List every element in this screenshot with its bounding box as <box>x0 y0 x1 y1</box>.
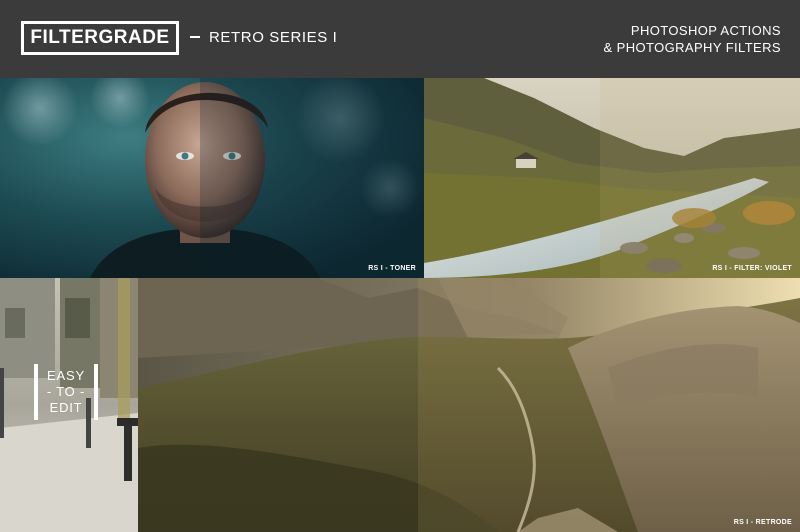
series-title: RETRO SERIES I <box>209 29 338 46</box>
badge-line-3: EDIT <box>49 400 83 415</box>
logo-text: FILTERGRADE <box>30 27 170 48</box>
tagline-line-2: & PHOTOGRAPHY FILTERS <box>603 40 781 55</box>
mountain-caption: RS I - RETRODE <box>733 519 792 526</box>
river-caption: RS I - FILTER: VIOLET <box>712 265 792 272</box>
easy-to-edit-badge: EASY - TO - EDIT <box>34 364 98 420</box>
title-separator <box>190 36 200 38</box>
mountain-photo: RS I - RETRODE <box>138 278 800 532</box>
tagline: PHOTOSHOP ACTIONS & PHOTOGRAPHY FILTERS <box>604 22 781 56</box>
portrait-caption: RS I - TONER <box>368 265 416 272</box>
badge-line-1: EASY <box>47 368 85 383</box>
filtergrade-logo[interactable]: FILTERGRADE <box>21 21 179 55</box>
street-photo: EASY - TO - EDIT <box>0 278 138 532</box>
river-photo: RS I - FILTER: VIOLET <box>424 78 800 278</box>
portrait-photo: RS I - TONER <box>0 78 424 278</box>
tagline-line-1: PHOTOSHOP ACTIONS <box>630 23 781 38</box>
header-bar: FILTERGRADE RETRO SERIES I PHOTOSHOP ACT… <box>0 0 800 78</box>
mountain-image <box>138 278 800 532</box>
portrait-image <box>0 78 424 278</box>
river-image <box>424 78 800 278</box>
badge-line-2: - TO - <box>46 384 86 399</box>
